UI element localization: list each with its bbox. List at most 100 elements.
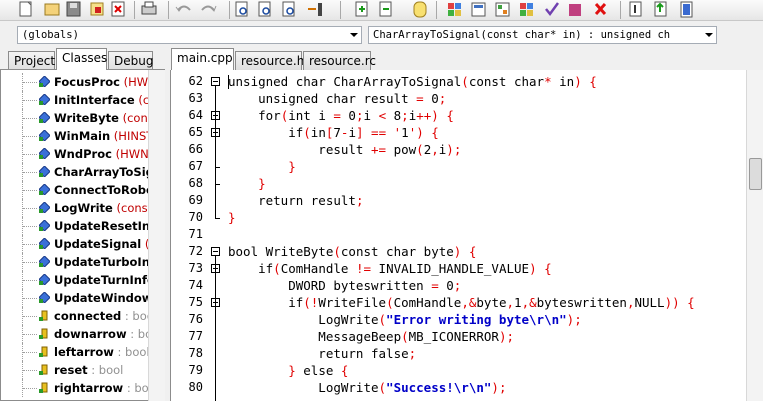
code-line: return result;: [228, 193, 364, 208]
tree-guide-branch: [23, 316, 37, 317]
toolbar-icons: [19, 1, 693, 19]
line-number: 73: [188, 261, 203, 275]
tree-item[interactable]: UpdateResetInfo: [1, 217, 163, 235]
function-combo-value: CharArrayToSignal(const char* in) : unsi…: [373, 29, 671, 41]
step-into-icon[interactable]: [629, 1, 642, 17]
tree-item[interactable]: FocusProc (HWND: [1, 73, 164, 91]
tree-item[interactable]: WndProc (HWND h: [1, 145, 164, 163]
line-number: 80: [188, 380, 203, 394]
editor-scrollbar[interactable]: [746, 70, 763, 401]
print-icon[interactable]: [141, 1, 157, 15]
tree-item[interactable]: leftarrow : bool: [1, 343, 150, 361]
tree-guide-branch: [23, 136, 37, 137]
code-line: }: [288, 159, 296, 174]
new-file-icon[interactable]: [19, 1, 32, 17]
tab-project[interactable]: Project: [8, 51, 55, 70]
tab-resource-h[interactable]: resource.h: [235, 51, 304, 70]
tree-item[interactable]: ConnectToRobot: [1, 181, 159, 199]
tree-item[interactable]: downarrow : bool: [1, 325, 162, 343]
chevron-down-icon[interactable]: [701, 27, 716, 43]
tree-item[interactable]: UpdateSignal () :: [1, 235, 161, 253]
function-icon: [39, 256, 50, 267]
tree-item-label: UpdateWindowC: [54, 291, 161, 305]
function-icon: [39, 202, 50, 213]
code-editor[interactable]: 62 63 64 65 66 67 68 69 70 71 72 73 74 75 76 77 78 79 80 u…: [170, 70, 763, 401]
tree-item[interactable]: InitInterface (cor: [1, 91, 161, 109]
remove-from-project-icon[interactable]: [379, 1, 392, 17]
line-number: 71: [188, 227, 203, 241]
tree-item-label: CharArrayToSign: [54, 165, 163, 179]
goto-line-icon[interactable]: [308, 3, 322, 16]
tree-item[interactable]: connected : bool: [1, 307, 157, 325]
tree-item-label: rightarrow : bool: [54, 381, 159, 395]
tab-classes[interactable]: Classes: [56, 48, 107, 70]
tab-resource-rc[interactable]: resource.rc: [303, 51, 376, 70]
tree-item[interactable]: WriteByte (const c: [1, 109, 164, 127]
save-file-icon[interactable]: [66, 1, 81, 17]
undo-icon[interactable]: [175, 5, 191, 12]
line-number: 69: [188, 193, 203, 207]
fold-toggle-icon[interactable]: [211, 247, 220, 256]
line-number: 65: [188, 125, 203, 139]
fold-toggle-icon[interactable]: [211, 77, 220, 86]
tree-item[interactable]: LogWrite (const ch: [1, 199, 164, 217]
tab-debug[interactable]: Debug: [108, 51, 153, 70]
tree-item[interactable]: reset : bool: [1, 361, 149, 379]
replace-icon[interactable]: [282, 1, 295, 17]
line-number: 66: [188, 142, 203, 156]
run-icon[interactable]: [495, 2, 510, 17]
tree-guide-branch: [23, 298, 37, 299]
function-icon: [39, 112, 50, 123]
step-out-icon[interactable]: [654, 1, 667, 17]
project-options-icon[interactable]: [413, 1, 427, 18]
function-icon: [39, 184, 50, 195]
tree-guide-branch: [23, 226, 37, 227]
tree-item[interactable]: UpdateTurboInfo: [1, 253, 163, 271]
variable-icon: [39, 310, 48, 321]
tree-item[interactable]: WinMain (HINSTAN: [1, 127, 164, 145]
scope-combo[interactable]: (globals): [17, 26, 362, 44]
tab-main-cpp[interactable]: main.cpp: [171, 48, 234, 70]
tree-guide-branch: [23, 370, 37, 371]
compile-run-icon[interactable]: [520, 3, 533, 16]
chevron-down-icon[interactable]: [346, 27, 361, 43]
code-line: DWORD byteswritten = 0;: [228, 278, 462, 293]
class-browser-tree: FocusProc (HWNDInitInterface (corWriteBy…: [0, 69, 165, 401]
line-number: 75: [188, 295, 203, 309]
redo-icon[interactable]: [201, 5, 217, 12]
save-all-icon[interactable]: [90, 2, 104, 16]
check-syntax-icon[interactable]: [545, 2, 560, 17]
fold-end-marker: [215, 218, 220, 219]
function-icon: [39, 274, 50, 285]
tree-guide-branch: [23, 244, 37, 245]
tree-scrollbar[interactable]: [148, 70, 165, 401]
find-icon[interactable]: [235, 1, 248, 17]
tree-guide-branch: [23, 118, 37, 119]
function-combo[interactable]: CharArrayToSignal(const char* in) : unsi…: [368, 26, 717, 44]
tree-item[interactable]: UpdateWindowC: [1, 289, 161, 307]
tree-item[interactable]: UpdateTurnInfo: [1, 271, 155, 289]
compile-icon[interactable]: [471, 2, 486, 17]
tree-item[interactable]: rightarrow : bool: [1, 379, 159, 397]
line-number: 78: [188, 346, 203, 360]
code-line: if(in[7-i] == '1') {: [228, 125, 439, 140]
code-line: result += pow(2,i);: [228, 142, 462, 157]
close-file-icon[interactable]: [111, 1, 125, 17]
add-to-project-icon[interactable]: [355, 1, 368, 17]
line-number: 67: [188, 159, 203, 173]
code-line: } else {: [288, 363, 349, 378]
tree-guide-branch: [23, 352, 37, 353]
tree-item[interactable]: CharArrayToSign: [1, 163, 162, 181]
debug-icon[interactable]: [569, 4, 581, 16]
help-icon[interactable]: [680, 1, 693, 18]
editor-scroll-thumb[interactable]: [749, 158, 762, 190]
grid-icon[interactable]: [448, 3, 461, 16]
function-icon: [39, 238, 50, 249]
fold-guide-line: [215, 86, 216, 218]
stop-icon[interactable]: [594, 2, 607, 16]
open-file-icon[interactable]: [44, 3, 60, 16]
code-line: MessageBeep(MB_ICONERROR);: [228, 329, 514, 344]
tree-item-signature: : bool: [113, 345, 150, 359]
find-next-icon[interactable]: [258, 1, 271, 17]
code-line: unsigned char CharArrayToSignal(const ch…: [228, 74, 597, 89]
